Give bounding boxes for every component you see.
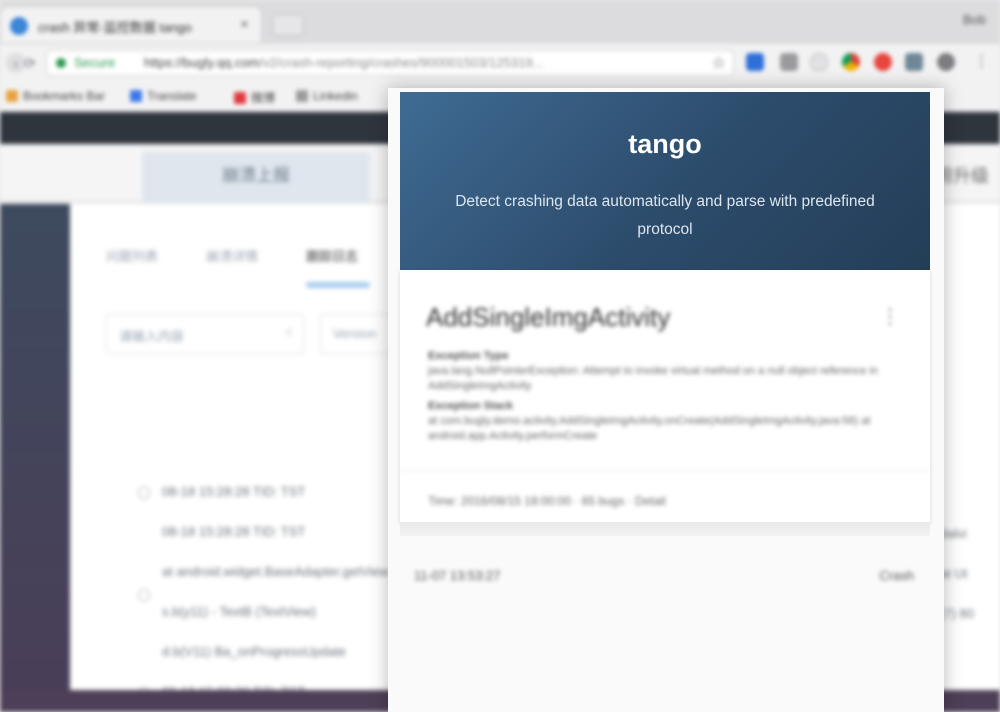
row-marker [138,487,150,499]
bookmark-icon [234,92,246,104]
log-row: 08-18 15:28:28 TID: TST [162,484,306,499]
card-shadow [400,522,930,536]
active-tab-indicator [306,282,370,288]
log-row: at android.widget.BaseAdapter.getView [162,564,389,579]
version-label: Version [333,326,377,341]
bookmark-icon [296,90,308,102]
subtab-logs[interactable]: 跟踪日志 [306,246,358,265]
popup-description: Detect crashing data automatically and p… [455,193,875,238]
exception-type-value: java.lang.NullPointerException: Attempt … [428,365,879,392]
log-row: s.b(y11) - TextB (TextView) [162,604,316,619]
tango-extension-icon[interactable] [905,53,923,71]
secure-label: Secure [74,55,116,70]
log-row: 08-18 15:28:28 TID: TST [162,524,306,539]
card-divider [400,470,930,471]
address-bar[interactable]: Secure https://bugly.qq.com/v2/crash-rep… [46,50,734,76]
new-tab-button[interactable] [272,14,304,36]
menu-dots-icon[interactable]: ⋮ [974,52,989,70]
tango-popup: tango Detect crashing data automatically… [388,88,944,712]
filter-placeholder: 请输入内容 [119,329,185,344]
extension-red-icon[interactable] [874,53,892,71]
reload-icon[interactable]: ⟳ [20,53,40,73]
close-icon[interactable]: × [240,16,249,33]
log-row-right: at Ut [940,566,968,581]
log-row: d.b(V11) Ba_onProgressUpdate [162,644,347,659]
sidebar [0,204,70,712]
chrome-icon[interactable] [842,53,860,71]
more-vert-icon[interactable]: ⋮ [880,304,900,329]
extension-grey-icon[interactable] [780,53,798,71]
filter-input[interactable]: 请输入内容 ○ [106,314,304,354]
row-marker [138,589,150,601]
url-text: https://bugly.qq.com/v2/crash-reporting/… [144,55,543,70]
bookmark-icon [6,90,18,102]
crash-card[interactable]: AddSingleImgActivity ⋮ Exception Type ja… [400,270,930,522]
bookmark-item[interactable]: Bookmarks Bar [6,89,105,103]
search-icon: ○ [285,324,293,339]
url-host: https://bugly.qq.com [144,55,260,70]
url-path: /v2/crash-reporting/crashes/900001503/12… [259,55,544,70]
shield-icon[interactable] [810,53,828,71]
subtab-issues[interactable]: 问题列表 [106,246,158,265]
bookmark-item[interactable]: 微博 [234,89,275,106]
tab-strip: crash 异常-监控数据 tango × Bob [0,0,1000,44]
card-footer: Time: 2016/08/15 18:00:00 · 65 bugs · De… [428,494,666,508]
extension-blue-icon[interactable] [746,53,764,71]
tab-title: crash 异常-监控数据 tango [38,20,192,35]
browser-toolbar: ‹ ⟳ Secure https://bugly.qq.com/v2/crash… [0,44,1000,82]
popup-title: tango [628,129,702,159]
bookmark-icon [130,90,142,102]
exception-stack-label: Exception Stack [428,400,513,412]
profile-button[interactable]: Bob [963,12,986,27]
popup-header: tango Detect crashing data automatically… [400,92,930,270]
bookmark-item[interactable]: Linkedin [296,89,358,103]
lock-icon [56,58,66,68]
bookmark-star-icon[interactable]: ☆ [712,53,726,73]
history-row[interactable]: 11-07 13:53:27 Crash [414,568,914,588]
exception-type-label: Exception Type [428,350,509,362]
extension-dark-icon[interactable] [937,53,955,71]
tab-crash-report[interactable]: 崩溃上报 [142,152,370,206]
history-timestamp: 11-07 13:53:27 [414,568,501,583]
history-type: Crash [879,568,914,583]
bookmark-item[interactable]: Translate [130,89,197,103]
browser-tab[interactable]: crash 异常-监控数据 tango × [0,6,262,44]
subtab-details[interactable]: 崩溃详情 [206,246,258,265]
log-row-right: (7) 80 [940,606,974,621]
crash-activity-title: AddSingleImgActivity [426,302,671,332]
exception-stack-value: at com.bugly.demo.activity.AddSingleImgA… [428,415,871,442]
log-row-right: dalvi [940,526,967,541]
favicon-icon [10,17,28,35]
